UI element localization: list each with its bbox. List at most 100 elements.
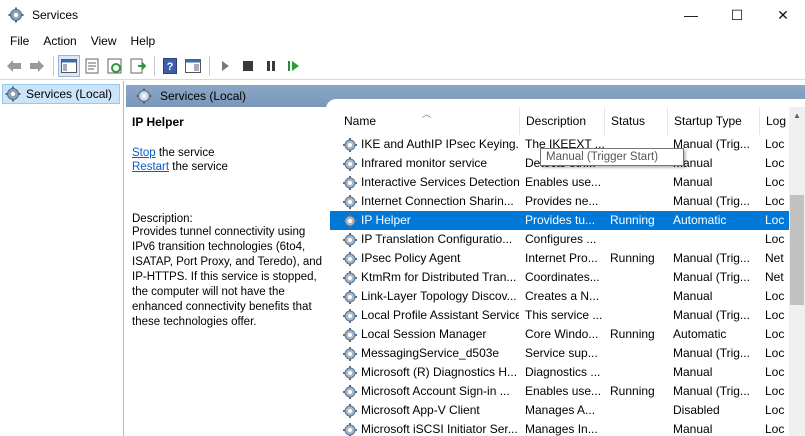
cell-log-on-as: Loc xyxy=(765,403,785,417)
table-row[interactable]: Microsoft App-V Client Manages A... Disabl… xyxy=(330,401,789,420)
cell-status xyxy=(610,230,667,249)
cell-log-on-as: Loc xyxy=(765,289,785,303)
table-header: ︿ Name Description Status Startup Type L… xyxy=(330,107,789,135)
minimize-icon: — xyxy=(684,7,698,23)
pause-service-button[interactable] xyxy=(260,55,282,77)
table-row[interactable]: IPsec Policy Agent Internet Pro... Running… xyxy=(330,249,789,268)
cell-log-on-as: Loc xyxy=(765,137,785,151)
window-title: Services xyxy=(32,8,79,22)
service-gear-icon xyxy=(342,422,358,436)
show-hide-console-tree-button[interactable] xyxy=(58,54,80,77)
table-row[interactable]: Local Profile Assistant Service This serv… xyxy=(330,306,789,325)
properties-button[interactable] xyxy=(81,55,103,77)
pane-header-label: Services (Local) xyxy=(160,89,247,103)
table-row[interactable]: IP Helper Provides tu... Running Automatic L… xyxy=(330,211,789,230)
start-service-button[interactable] xyxy=(214,55,236,77)
table-row[interactable]: KtmRm for Distributed Tran... Coordinates… xyxy=(330,268,789,287)
table-row[interactable]: Microsoft (R) Diagnostics H... Diagnostic… xyxy=(330,363,789,382)
pane-header: Services (Local) xyxy=(126,85,805,111)
cell-startup-type: Manual xyxy=(673,289,713,303)
service-gear-icon xyxy=(342,194,358,210)
stop-service-button[interactable] xyxy=(237,55,259,77)
minimize-button[interactable]: — xyxy=(668,0,714,30)
restart-link-rest: the service xyxy=(169,161,228,173)
maximize-button[interactable]: ☐ xyxy=(714,0,760,30)
cell-startup-type: Manual (Trig... xyxy=(673,137,750,151)
title-bar: Services — ☐ ✕ xyxy=(0,0,805,30)
cell-status xyxy=(610,268,667,287)
close-button[interactable]: ✕ xyxy=(760,0,805,30)
export-list-icon xyxy=(130,58,146,73)
column-header-startup-type[interactable]: Startup Type xyxy=(668,107,760,135)
cell-description: Manages In... xyxy=(525,422,598,436)
description-text: Provides tunnel connectivity using IPv6 … xyxy=(132,226,323,328)
startup-type-tooltip: Manual (Trigger Start) xyxy=(540,148,684,166)
cell-status xyxy=(610,306,667,325)
cell-name: IKE and AuthIP IPsec Keying... xyxy=(361,137,519,151)
cell-startup-type: Manual (Trig... xyxy=(673,384,750,398)
pane-header-tab: Services (Local) xyxy=(126,85,246,107)
service-gear-icon xyxy=(342,365,358,381)
table-row[interactable]: Link-Layer Topology Discov... Creates a N… xyxy=(330,287,789,306)
vertical-scrollbar[interactable]: ▲ xyxy=(789,107,805,436)
service-gear-icon xyxy=(342,327,358,343)
tree-item-services-local[interactable]: Services (Local) xyxy=(2,84,120,104)
stop-action: Stop the service xyxy=(132,147,330,159)
cell-description: Creates a N... xyxy=(525,289,600,303)
cell-status xyxy=(610,192,667,211)
stop-icon xyxy=(243,60,253,71)
cell-log-on-as: Loc xyxy=(765,213,785,227)
cell-log-on-as: Loc xyxy=(765,346,785,360)
service-gear-icon xyxy=(342,403,358,419)
cell-name: Microsoft App-V Client xyxy=(361,403,480,417)
toolbar: ? xyxy=(0,52,805,80)
cell-status: Running xyxy=(610,213,655,227)
column-header-description[interactable]: Description xyxy=(520,107,605,135)
cell-status xyxy=(610,420,667,436)
table-row[interactable]: MessagingService_d503e Service sup... Manu… xyxy=(330,344,789,363)
menu-file[interactable]: File xyxy=(3,30,36,52)
menu-view[interactable]: View xyxy=(84,30,124,52)
cell-startup-type xyxy=(673,230,759,249)
cell-name: MessagingService_d503e xyxy=(361,346,500,360)
scroll-thumb[interactable] xyxy=(790,195,804,305)
cell-startup-type: Manual xyxy=(673,365,713,379)
table-row[interactable]: Microsoft Account Sign-in ... Enables use… xyxy=(330,382,789,401)
menu-help[interactable]: Help xyxy=(124,30,163,52)
table-row[interactable]: Microsoft iSCSI Initiator Ser... Manages … xyxy=(330,420,789,436)
restart-action: Restart the service xyxy=(132,161,330,173)
cell-log-on-as: Loc xyxy=(765,194,785,208)
export-list-button[interactable] xyxy=(127,55,149,77)
menu-action[interactable]: Action xyxy=(36,30,83,52)
scroll-up-arrow-icon[interactable]: ▲ xyxy=(789,107,805,123)
service-gear-icon xyxy=(342,346,358,362)
table-row[interactable]: IP Translation Configuratio... Configures… xyxy=(330,230,789,249)
close-icon: ✕ xyxy=(777,6,789,23)
table-row[interactable]: Internet Connection Sharin... Provides ne… xyxy=(330,192,789,211)
table-row[interactable]: Local Session Manager Core Windo... Runnin… xyxy=(330,325,789,344)
cell-name: IP Translation Configuratio... xyxy=(361,232,513,246)
cell-startup-type: Automatic xyxy=(673,327,727,341)
cell-startup-type: Manual xyxy=(673,156,713,170)
restart-link[interactable]: Restart xyxy=(132,161,169,173)
stop-link[interactable]: Stop xyxy=(132,147,156,159)
forward-button[interactable] xyxy=(26,55,48,77)
refresh-button[interactable] xyxy=(104,55,126,77)
column-header-status[interactable]: Status xyxy=(605,107,668,135)
cell-status xyxy=(610,287,667,306)
cell-log-on-as: Loc xyxy=(765,422,785,436)
column-header-log-on-as[interactable]: Log xyxy=(760,107,789,135)
help-button[interactable]: ? xyxy=(159,55,181,77)
cell-startup-type: Manual (Trig... xyxy=(673,308,750,322)
cell-description: Enables use... xyxy=(525,384,602,398)
restart-service-button[interactable] xyxy=(283,55,305,77)
column-header-name[interactable]: Name xyxy=(338,107,520,135)
cell-name: Microsoft iSCSI Initiator Ser... xyxy=(361,422,518,436)
back-button[interactable] xyxy=(3,55,25,77)
console-view-button[interactable] xyxy=(182,55,204,77)
cell-startup-type: Automatic xyxy=(673,213,727,227)
table-row[interactable]: Interactive Services Detection Enables us… xyxy=(330,173,789,192)
show-hide-console-tree-icon xyxy=(61,58,77,73)
cell-startup-type: Manual xyxy=(673,175,713,189)
maximize-icon: ☐ xyxy=(730,6,744,23)
